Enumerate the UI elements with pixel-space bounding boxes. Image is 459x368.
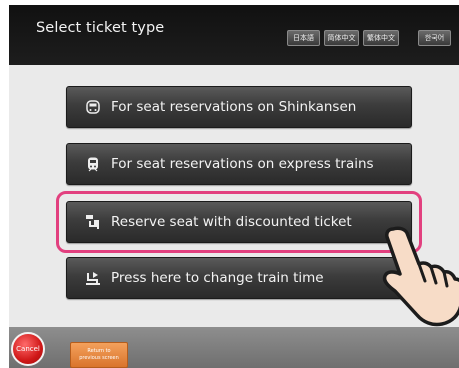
return-to-previous-screen-button[interactable]: Return to previous screen [70, 342, 128, 368]
express-train-icon [88, 157, 98, 172]
change-time-icon [86, 272, 100, 285]
language-button-korean[interactable]: 한국어 [418, 30, 451, 46]
language-button-japanese[interactable]: 日本語 [287, 30, 320, 46]
selection-highlight-frame [56, 191, 422, 253]
language-button-simplified-chinese[interactable]: 简体中文 [324, 30, 359, 46]
language-button-traditional-chinese[interactable]: 繁体中文 [363, 30, 399, 46]
shinkansen-reservation-button[interactable]: For seat reservations on Shinkansen [66, 86, 412, 128]
return-label-line-1: Return to [87, 348, 111, 354]
page-title: Select ticket type [36, 20, 165, 36]
pointing-hand-icon [382, 226, 459, 327]
change-train-time-button[interactable]: Press here to change train time [66, 257, 412, 299]
return-label-line-2: previous screen [79, 355, 119, 361]
shinkansen-train-icon [86, 100, 100, 114]
express-train-reservation-button[interactable]: For seat reservations on express trains [66, 143, 412, 185]
header-bar: Select ticket type 日本語 简体中文 繁体中文 한국어 [9, 5, 459, 65]
change-train-time-label: Press here to change train time [111, 270, 324, 286]
ticket-machine-screen: Select ticket type 日本語 简体中文 繁体中文 한국어 For… [9, 5, 459, 368]
express-train-reservation-label: For seat reservations on express trains [111, 156, 374, 172]
shinkansen-reservation-label: For seat reservations on Shinkansen [111, 99, 357, 115]
cancel-button[interactable]: Cancel [11, 332, 45, 366]
